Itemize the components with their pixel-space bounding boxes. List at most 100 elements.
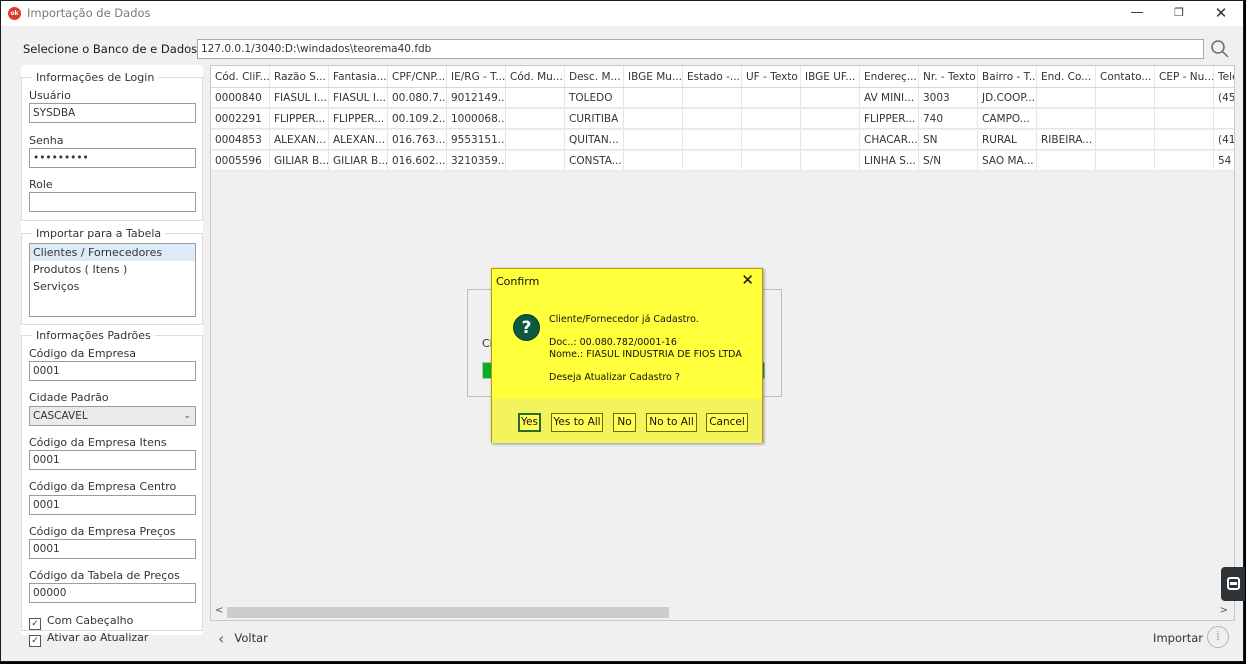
table-cell[interactable]: 3210359... [447, 151, 506, 170]
close-button[interactable]: ✕ [1201, 1, 1241, 26]
table-cell[interactable]: SAO MA... [978, 151, 1037, 170]
table-cell[interactable] [624, 109, 683, 128]
table-cell[interactable] [742, 109, 801, 128]
table-cell[interactable]: TOLEDO [565, 88, 624, 107]
table-cell[interactable] [506, 88, 565, 107]
table-cell[interactable]: RIBEIRA... [1037, 130, 1096, 149]
table-cell[interactable]: AV MINI... [860, 88, 919, 107]
table-cell[interactable] [683, 88, 742, 107]
import-button[interactable]: Importar [1153, 631, 1203, 645]
update-checkbox[interactable]: ✓ Ativar ao Atualizar [29, 631, 148, 647]
info-icon[interactable]: i [1207, 626, 1229, 648]
table-cell[interactable]: FIASUL I... [270, 88, 329, 107]
list-item-clientes[interactable]: Clientes / Fornecedores [30, 244, 195, 261]
table-cell[interactable]: 0000840 [211, 88, 270, 107]
table-cell[interactable]: CURITIBA [565, 109, 624, 128]
dialog-close-icon[interactable]: ✕ [741, 271, 754, 289]
no-to-all-button[interactable]: No to All [646, 413, 697, 432]
table-row[interactable]: 0004853 ALEXAN... ALEXAN... 016.763.... 9553… [211, 130, 1234, 150]
role-input[interactable] [29, 192, 196, 212]
table-cell[interactable]: 0004853 [211, 130, 270, 149]
table-cell[interactable]: 3003 [919, 88, 978, 107]
maximize-button[interactable]: ❐ [1159, 1, 1199, 26]
scroll-left-icon[interactable]: < [215, 605, 223, 616]
company-input[interactable]: 0001 [29, 361, 196, 381]
table-cell[interactable] [624, 151, 683, 170]
table-cell[interactable]: 54 9 [1214, 151, 1234, 170]
column-header[interactable]: Endereç... [860, 66, 919, 87]
table-cell[interactable]: FIASUL I... [329, 88, 388, 107]
table-cell[interactable] [1155, 130, 1214, 149]
minimize-button[interactable]: — [1117, 1, 1157, 26]
table-cell[interactable]: ALEXAN... [329, 130, 388, 149]
table-cell[interactable]: S/N [919, 151, 978, 170]
column-header[interactable]: IE/RG - T... [447, 66, 506, 87]
company-cost-input[interactable]: 0001 [29, 495, 196, 515]
with-header-checkbox[interactable]: ✓ Com Cabeçalho [29, 614, 133, 630]
database-path-input[interactable]: 127.0.0.1/3040:D:\windados\teorema40.fdb [197, 39, 1204, 59]
table-cell[interactable]: 9012149... [447, 88, 506, 107]
table-cell[interactable]: QUITAN... [565, 130, 624, 149]
password-input[interactable]: ••••••••• [29, 148, 196, 168]
column-header[interactable]: IBGE Mu... [624, 66, 683, 87]
table-cell[interactable] [1155, 109, 1214, 128]
column-header[interactable]: Cód. Mu... [506, 66, 565, 87]
search-icon[interactable] [1209, 38, 1231, 60]
table-cell[interactable]: 0005596 [211, 151, 270, 170]
list-item-produtos[interactable]: Produtos ( Itens ) [30, 261, 195, 278]
table-cell[interactable] [742, 88, 801, 107]
table-cell[interactable]: FLIPPER... [329, 109, 388, 128]
table-cell[interactable]: 00.080.7... [388, 88, 447, 107]
table-cell[interactable] [1037, 109, 1096, 128]
table-cell[interactable] [1096, 151, 1155, 170]
table-cell[interactable] [1037, 88, 1096, 107]
table-cell[interactable] [1096, 109, 1155, 128]
table-cell[interactable] [742, 151, 801, 170]
table-cell[interactable]: FLIPPER... [270, 109, 329, 128]
column-header[interactable]: Cód. CliF... [211, 66, 270, 87]
column-header[interactable]: Bairro - T... [978, 66, 1037, 87]
checkbox-with-header[interactable]: ✓ [29, 618, 41, 630]
table-cell[interactable]: 0002291 [211, 109, 270, 128]
table-cell[interactable] [683, 151, 742, 170]
table-cell[interactable]: JD.COOP... [978, 88, 1037, 107]
table-cell[interactable]: CAMPO... [978, 109, 1037, 128]
table-cell[interactable] [624, 130, 683, 149]
table-cell[interactable]: (45) [1214, 88, 1234, 107]
column-header[interactable]: IBGE UF... [801, 66, 860, 87]
table-cell[interactable] [506, 109, 565, 128]
column-header[interactable]: Nr. - Texto [919, 66, 978, 87]
table-cell[interactable]: CHACAR... [860, 130, 919, 149]
scroll-right-icon[interactable]: > [1220, 605, 1228, 616]
table-cell[interactable] [1155, 151, 1214, 170]
table-cell[interactable] [801, 151, 860, 170]
table-cell[interactable]: RURAL [978, 130, 1037, 149]
company-items-input[interactable]: 0001 [29, 450, 196, 470]
cancel-button[interactable]: Cancel [706, 413, 748, 432]
column-header[interactable]: End. Co... [1037, 66, 1096, 87]
column-header[interactable]: CEP - Nu... [1155, 66, 1214, 87]
back-button[interactable]: ‹ Voltar [218, 629, 268, 648]
price-table-input[interactable]: 00000 [29, 583, 196, 603]
column-header[interactable]: Tele [1214, 66, 1234, 87]
table-cell[interactable]: FLIPPER... [860, 109, 919, 128]
table-cell[interactable]: 1000068... [447, 109, 506, 128]
table-cell[interactable]: 9553151... [447, 130, 506, 149]
table-cell[interactable] [506, 151, 565, 170]
city-select[interactable]: CASCAVEL ⌄ [29, 406, 196, 426]
table-cell[interactable] [1096, 130, 1155, 149]
column-header[interactable]: Fantasia... [329, 66, 388, 87]
column-header[interactable]: UF - Texto [742, 66, 801, 87]
column-header[interactable]: Contato... [1096, 66, 1155, 87]
table-cell[interactable] [801, 88, 860, 107]
table-row[interactable]: 0000840 FIASUL I... FIASUL I... 00.080.7...… [211, 88, 1234, 108]
company-prices-input[interactable]: 0001 [29, 539, 196, 559]
table-cell[interactable] [683, 130, 742, 149]
table-cell[interactable]: 00.109.2... [388, 109, 447, 128]
table-cell[interactable]: 740 [919, 109, 978, 128]
checkbox-update[interactable]: ✓ [29, 635, 41, 647]
table-cell[interactable] [1214, 109, 1234, 128]
import-table-list[interactable]: Clientes / Fornecedores Produtos ( Itens… [29, 243, 196, 317]
table-cell[interactable] [801, 130, 860, 149]
column-header[interactable]: Estado -... [683, 66, 742, 87]
